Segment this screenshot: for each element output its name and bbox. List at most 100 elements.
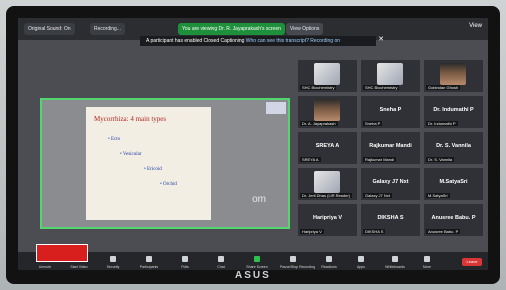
recording-label: Recording... bbox=[94, 26, 121, 32]
participant-tag: Rajkumar Mandi bbox=[363, 157, 397, 162]
participant-tile[interactable]: Rajkumar Mandi Rajkumar Mandi bbox=[361, 132, 420, 164]
participant-tag: Galaxy J7 Nxt bbox=[363, 193, 392, 198]
slide-bullet: • Orchid bbox=[160, 182, 177, 187]
view-label: View bbox=[469, 23, 482, 29]
participant-tag: Dr. S. Vannila bbox=[426, 157, 455, 162]
participant-tag: SREYA A bbox=[300, 157, 321, 162]
toolbar-whiteboards[interactable]: Whiteboards bbox=[382, 265, 408, 269]
close-icon[interactable]: ✕ bbox=[376, 34, 386, 46]
participant-name: M.SatyaSri bbox=[439, 179, 468, 185]
banner-text: A participant has enabled Closed Caption… bbox=[146, 38, 245, 44]
avatar bbox=[440, 63, 466, 85]
participant-tile[interactable]: Dr. A. Jayaprakash bbox=[298, 96, 357, 128]
participant-tile[interactable]: Haripriya V Haripriya V bbox=[298, 204, 357, 236]
participant-name: Galaxy J7 Nxt bbox=[372, 179, 409, 185]
toolbar-security[interactable]: Security bbox=[100, 265, 126, 269]
original-sound-label: Original Sound: On bbox=[28, 26, 71, 32]
leave-button[interactable]: Leave bbox=[462, 258, 482, 266]
participant-tag: DIKSHA S bbox=[363, 229, 386, 234]
participant-tile[interactable]: DIKSHA S DIKSHA S bbox=[361, 204, 420, 236]
whiteboard-icon[interactable] bbox=[392, 256, 398, 262]
view-button[interactable]: View bbox=[469, 23, 482, 29]
toolbar-more[interactable]: More bbox=[414, 265, 440, 269]
laptop-frame: Original Sound: On Recording... You are … bbox=[0, 0, 506, 290]
toolbar-unmute[interactable]: Unmute bbox=[32, 265, 58, 269]
presenter-thumbnail bbox=[266, 102, 286, 114]
slide-title: Mycorrhiza: 4 main types bbox=[94, 115, 167, 123]
participant-name: Rajkumar Mandi bbox=[369, 143, 412, 149]
participant-tile[interactable]: Dr. Jeril Dhas (LiR Reader) bbox=[298, 168, 357, 200]
participant-name: Dr. S. Vannila bbox=[436, 143, 471, 149]
meeting-toolbar: Unmute Start Video Security Participants… bbox=[18, 252, 488, 270]
participant-tile[interactable]: SHC Biochemistry bbox=[298, 60, 357, 92]
closed-caption-banner: A participant has enabled Closed Caption… bbox=[140, 36, 376, 46]
slide-page: Mycorrhiza: 4 main types • Ecto • Vesicu… bbox=[86, 107, 211, 220]
chat-icon[interactable] bbox=[218, 256, 224, 262]
toolbar-polls[interactable]: Polls bbox=[172, 265, 198, 269]
participant-tile[interactable]: SREYA A SREYA A bbox=[298, 132, 357, 164]
slide-bullet-text: Ecto bbox=[111, 137, 121, 142]
toolbar-chat[interactable]: Chat bbox=[208, 265, 234, 269]
shield-icon[interactable] bbox=[110, 256, 116, 262]
toolbar-reactions[interactable]: Reactions bbox=[316, 265, 342, 269]
participant-tag: SHC Biochemistry bbox=[363, 85, 400, 90]
participant-tile[interactable]: M.SatyaSri M.SatyaSri bbox=[424, 168, 483, 200]
participant-tile[interactable]: Sneha P Sneha P bbox=[361, 96, 420, 128]
original-sound-toggle[interactable]: Original Sound: On bbox=[24, 23, 75, 35]
participant-tag: Gobindan Ghosh bbox=[426, 85, 461, 90]
participant-name: Haripriya V bbox=[312, 215, 343, 221]
brand-logo: ASUS bbox=[235, 270, 271, 281]
reactions-icon[interactable] bbox=[326, 256, 332, 262]
crest-icon bbox=[314, 63, 340, 85]
participant-tile[interactable]: Galaxy J7 Nxt Galaxy J7 Nxt bbox=[361, 168, 420, 200]
toolbar-participants[interactable]: Participants bbox=[136, 265, 162, 269]
slide-bullet-text: Ericoid bbox=[147, 167, 162, 172]
people-icon[interactable] bbox=[146, 256, 152, 262]
participant-tile[interactable]: SHC Biochemistry bbox=[361, 60, 420, 92]
avatar bbox=[314, 99, 340, 121]
participant-tag: Anusree Babu. P bbox=[426, 229, 461, 234]
toolbar-pause-stop-recording[interactable]: Pause/Stop Recording bbox=[280, 265, 315, 269]
participant-tag: Haripriya V bbox=[300, 229, 324, 234]
participant-name: Anusree Babu. P bbox=[431, 215, 476, 221]
toolbar-share-screen[interactable]: Share Screen bbox=[244, 265, 270, 269]
participant-name: DIKSHA S bbox=[377, 215, 404, 221]
participant-tag: SHC Biochemistry bbox=[300, 85, 337, 90]
polls-icon[interactable] bbox=[182, 256, 188, 262]
toolbar-start-video[interactable]: Start Video bbox=[66, 265, 92, 269]
slide-corner-text: om bbox=[252, 194, 266, 205]
more-icon[interactable] bbox=[424, 256, 430, 262]
participant-name: Dr. Indumathi P bbox=[433, 107, 474, 113]
participant-tag: Dr. Indumathi P bbox=[426, 121, 458, 126]
share-screen-icon[interactable] bbox=[254, 256, 260, 262]
laptop-sticker bbox=[36, 244, 88, 262]
participant-tile[interactable]: Dr. Indumathi P Dr. Indumathi P bbox=[424, 96, 483, 128]
slide-bullet-text: Orchid bbox=[163, 182, 177, 187]
participant-tag: Sneha P bbox=[363, 121, 383, 126]
slide-bullet-text: Vesicular bbox=[122, 152, 142, 157]
slide-bullet: • Ecto bbox=[108, 137, 121, 142]
participant-tag: Dr. A. Jayaprakash bbox=[300, 121, 338, 126]
participant-name: SREYA A bbox=[315, 143, 340, 149]
building-icon bbox=[314, 171, 340, 193]
viewing-notice-label: You are viewing Dr. R. Jayaprakash's scr… bbox=[182, 26, 281, 32]
participant-tag: M.SatyaSri bbox=[426, 193, 450, 198]
zoom-window: Original Sound: On Recording... You are … bbox=[18, 18, 488, 270]
slide-bullet: • Ericoid bbox=[144, 167, 162, 172]
recording-indicator[interactable]: Recording... bbox=[90, 23, 125, 35]
view-options-button[interactable]: View Options bbox=[286, 23, 324, 35]
shared-screen-slide: Mycorrhiza: 4 main types • Ecto • Vesicu… bbox=[40, 98, 290, 229]
viewing-notice: You are viewing Dr. R. Jayaprakash's scr… bbox=[178, 23, 285, 35]
toolbar-apps[interactable]: Apps bbox=[348, 265, 374, 269]
view-options-label: View Options bbox=[290, 26, 320, 32]
crest-icon bbox=[377, 63, 403, 85]
slide-bullet: • Vesicular bbox=[120, 152, 142, 157]
participant-tile[interactable]: Gobindan Ghosh bbox=[424, 60, 483, 92]
participant-tile[interactable]: Dr. S. Vannila Dr. S. Vannila bbox=[424, 132, 483, 164]
record-icon[interactable] bbox=[290, 256, 296, 262]
participant-name: Sneha P bbox=[379, 107, 402, 113]
banner-link[interactable]: Who can see this transcript? Recording o… bbox=[246, 38, 340, 44]
apps-icon[interactable] bbox=[358, 256, 364, 262]
participant-tag: Dr. Jeril Dhas (LiR Reader) bbox=[300, 193, 353, 198]
participant-tile[interactable]: Anusree Babu. P Anusree Babu. P bbox=[424, 204, 483, 236]
